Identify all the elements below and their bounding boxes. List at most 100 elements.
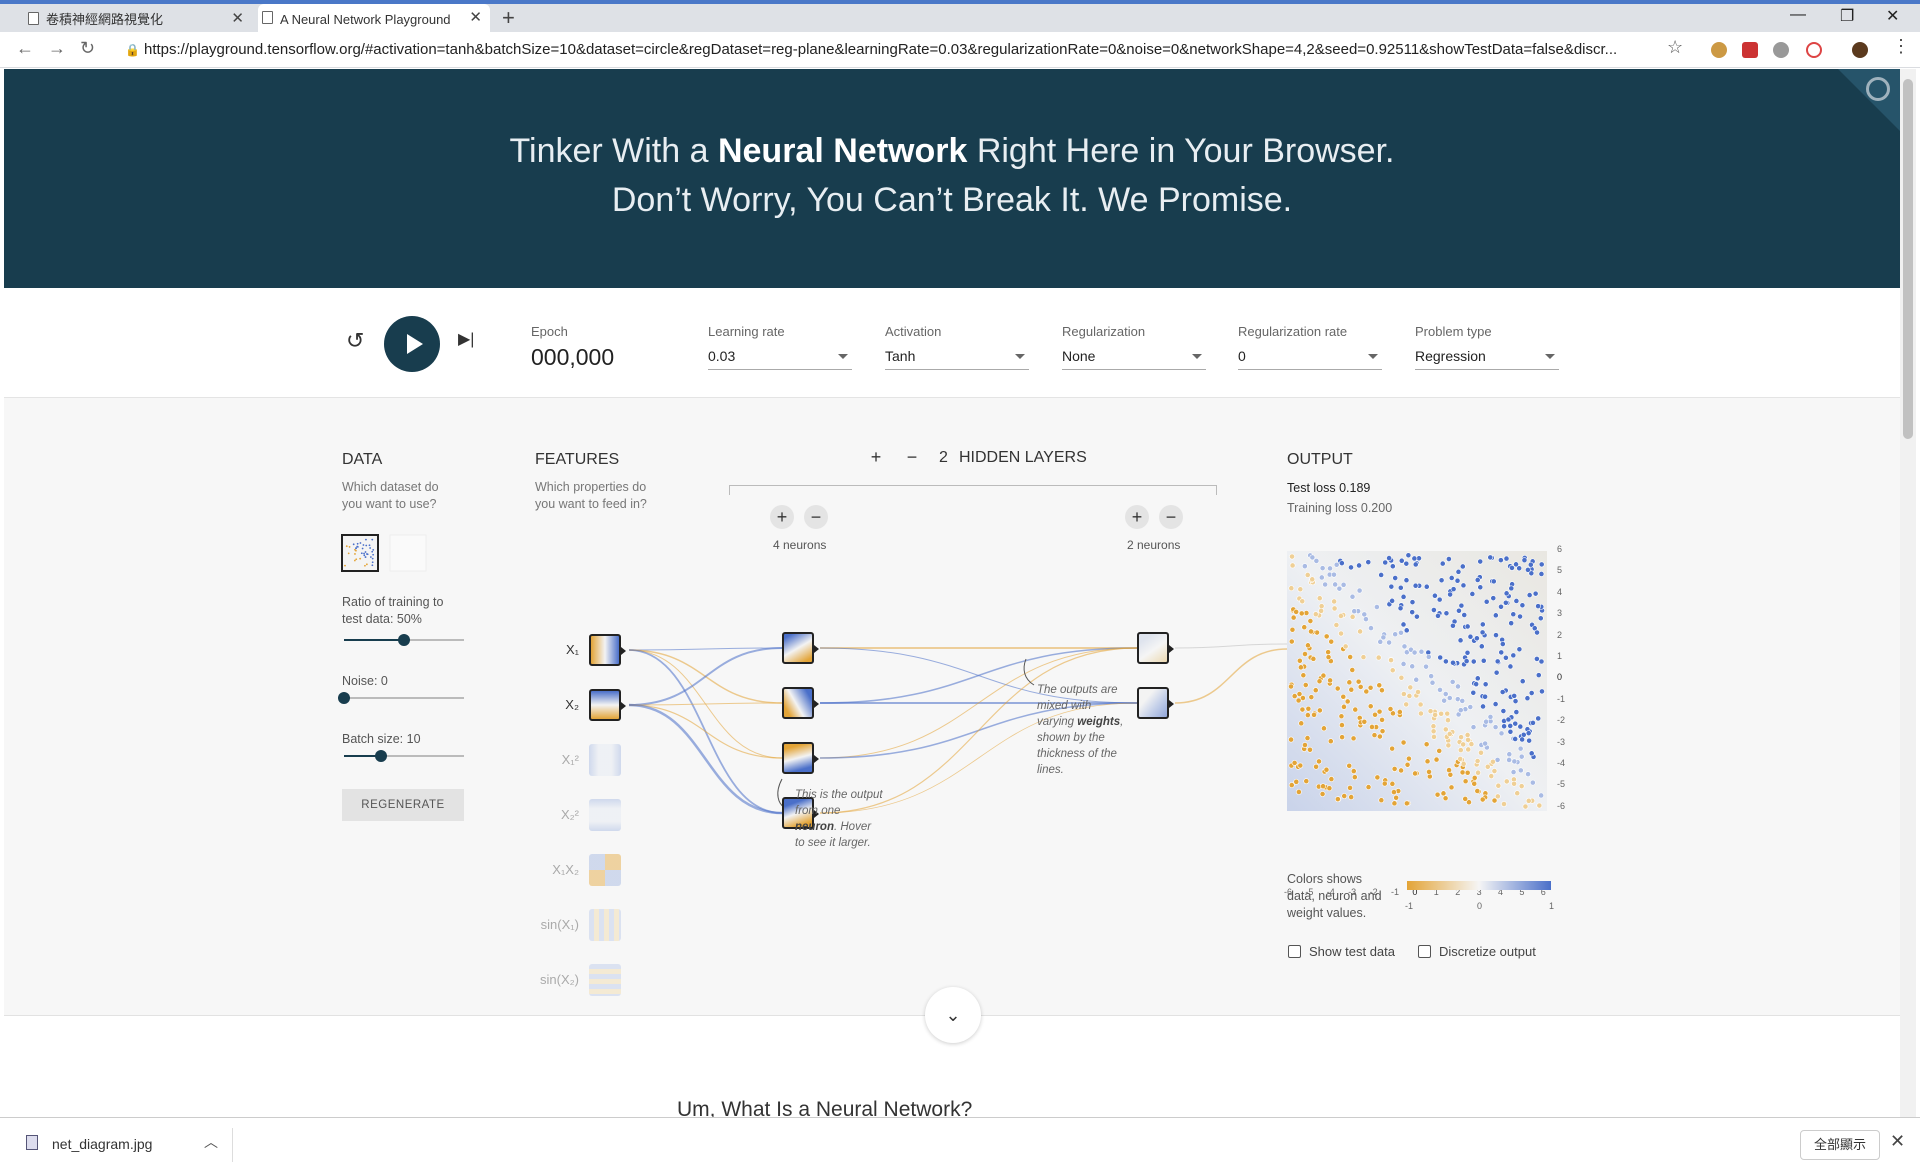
data-point — [1444, 710, 1451, 717]
data-point — [1498, 730, 1505, 737]
feature-node[interactable] — [589, 689, 626, 721]
data-point — [1404, 761, 1411, 768]
data-point — [1398, 674, 1405, 681]
data-point — [1536, 802, 1543, 809]
feature-node[interactable] — [589, 799, 621, 831]
data-point — [1298, 610, 1305, 617]
minimize-icon[interactable]: — — [1790, 6, 1806, 24]
y-tick-label: -4 — [1557, 758, 1566, 768]
data-point — [1381, 780, 1388, 787]
scroll-down-button[interactable]: ⌄ — [925, 987, 981, 1043]
data-point — [1403, 627, 1410, 634]
extension-icon[interactable] — [1742, 42, 1758, 58]
menu-icon[interactable]: ⋮ — [1892, 36, 1910, 57]
data-point — [1487, 713, 1494, 720]
data-point — [1528, 690, 1535, 696]
data-point — [1503, 555, 1510, 562]
weight-line[interactable] — [628, 703, 783, 815]
add-neuron-button[interactable]: + — [1125, 505, 1149, 529]
data-point — [1446, 767, 1452, 773]
data-point — [1499, 689, 1506, 695]
browser-tab-active[interactable]: A Neural Network Playground ✕ — [258, 4, 490, 34]
remove-neuron-button[interactable]: − — [1159, 505, 1183, 529]
add-layer-button[interactable]: + — [864, 445, 888, 469]
bookmark-star-icon[interactable]: ☆ — [1667, 37, 1683, 58]
close-tab-icon[interactable]: ✕ — [231, 9, 244, 27]
neuron-node[interactable] — [782, 742, 819, 774]
data-point — [1308, 628, 1314, 635]
browser-tab[interactable]: 卷積神經網路視覺化 ✕ — [24, 5, 252, 32]
discretize-output-checkbox[interactable] — [1418, 945, 1431, 958]
data-point — [1365, 559, 1372, 566]
data-point — [1430, 607, 1437, 613]
data-point — [1302, 742, 1308, 748]
y-tick-label: 5 — [1557, 565, 1563, 576]
reload-icon[interactable]: ↻ — [80, 38, 95, 59]
close-icon[interactable]: ✕ — [1890, 1131, 1905, 1152]
page-scrollbar[interactable] — [1900, 69, 1916, 1117]
data-point — [1479, 796, 1486, 803]
data-point — [1509, 565, 1515, 571]
remove-layer-button[interactable]: − — [900, 445, 924, 469]
data-point — [1457, 637, 1464, 644]
feature-node[interactable] — [589, 909, 621, 941]
back-icon[interactable]: ← — [16, 38, 34, 59]
extension-icon[interactable] — [1806, 42, 1822, 58]
data-point — [1340, 693, 1347, 700]
data-point — [1447, 591, 1454, 598]
legend-min: -1 — [1405, 901, 1414, 911]
data-point — [1457, 707, 1464, 714]
data-point — [1325, 654, 1332, 661]
feature-node[interactable] — [589, 964, 621, 996]
restore-icon[interactable]: ❐ — [1840, 6, 1854, 26]
data-point — [1527, 561, 1534, 568]
close-window-icon[interactable]: ✕ — [1886, 6, 1899, 26]
show-test-data-checkbox[interactable] — [1288, 945, 1301, 958]
data-point — [1477, 558, 1484, 565]
close-tab-icon[interactable]: ✕ — [469, 8, 482, 26]
data-point — [1347, 654, 1354, 660]
scrollbar-thumb[interactable] — [1903, 79, 1913, 439]
data-point — [1434, 791, 1441, 798]
data-point — [1334, 796, 1341, 803]
show-all-button[interactable]: 全部顯示 — [1800, 1130, 1880, 1160]
new-tab-button[interactable]: + — [502, 5, 515, 31]
weight-line[interactable] — [1174, 648, 1288, 704]
data-point — [1388, 583, 1395, 590]
data-point — [1423, 741, 1430, 748]
avatar[interactable] — [1852, 42, 1868, 58]
data-point — [1506, 751, 1513, 758]
data-point — [1525, 797, 1532, 804]
chevron-up-icon[interactable]: ︿ — [204, 1132, 218, 1152]
feature-node[interactable] — [589, 744, 621, 776]
data-point — [1301, 563, 1308, 570]
neuron-node[interactable] — [782, 687, 819, 719]
output-heatmap[interactable] — [1287, 551, 1547, 811]
extension-icon[interactable] — [1711, 42, 1727, 58]
data-point — [1462, 778, 1469, 785]
weight-line[interactable] — [628, 704, 783, 759]
data-point — [1339, 734, 1345, 741]
data-point — [1512, 736, 1519, 742]
data-point — [1474, 788, 1481, 794]
add-neuron-button[interactable]: + — [770, 505, 794, 529]
remove-neuron-button[interactable]: − — [804, 505, 828, 529]
data-point — [1318, 574, 1325, 581]
neuron-node[interactable] — [1137, 632, 1174, 664]
data-point — [1331, 571, 1337, 578]
data-point — [1308, 694, 1315, 701]
data-point — [1494, 793, 1501, 800]
data-point — [1312, 687, 1319, 694]
data-point — [1296, 657, 1303, 664]
download-file-name[interactable]: net_diagram.jpg — [52, 1136, 152, 1152]
weight-line[interactable] — [1174, 643, 1288, 649]
feature-node[interactable] — [589, 854, 621, 886]
forward-icon[interactable]: → — [48, 38, 66, 59]
extension-icon[interactable] — [1773, 42, 1789, 58]
address-bar[interactable]: 🔒 https://playground.tensorflow.org/#act… — [120, 36, 1680, 64]
neuron-node[interactable] — [782, 632, 819, 664]
data-point — [1458, 734, 1464, 741]
url-text: https://playground.tensorflow.org/#activ… — [144, 41, 1618, 58]
neuron-node[interactable] — [1137, 687, 1174, 719]
feature-node[interactable] — [589, 634, 626, 666]
